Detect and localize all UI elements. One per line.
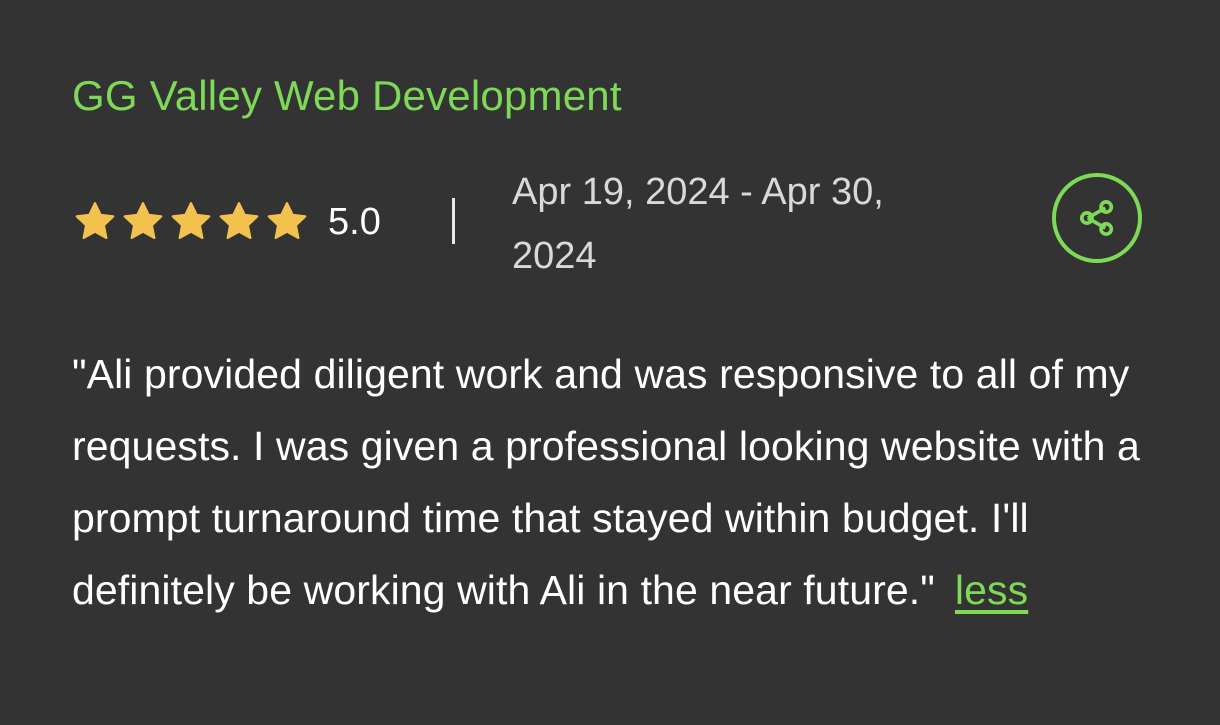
- rating-score: 5.0: [328, 201, 381, 243]
- less-link[interactable]: less: [955, 567, 1028, 613]
- star-icon: [267, 202, 307, 240]
- star-icon: [171, 202, 211, 240]
- star-icon: [123, 202, 163, 240]
- star-icon: [219, 202, 259, 240]
- divider: [452, 198, 455, 244]
- date-range: Apr 19, 2024 - Apr 30, 2024: [512, 171, 884, 277]
- review-card: GG Valley Web Development 5.0 Apr 19, 20…: [0, 0, 1220, 725]
- review-text-block: "Ali provided diligent work and was resp…: [72, 338, 1162, 626]
- star-icon: [75, 202, 115, 240]
- star-rating: [72, 199, 310, 245]
- rating: 5.0: [72, 196, 381, 248]
- share-button[interactable]: [1052, 173, 1142, 263]
- share-icon: [1079, 200, 1114, 236]
- company-name: GG Valley Web Development: [72, 72, 622, 119]
